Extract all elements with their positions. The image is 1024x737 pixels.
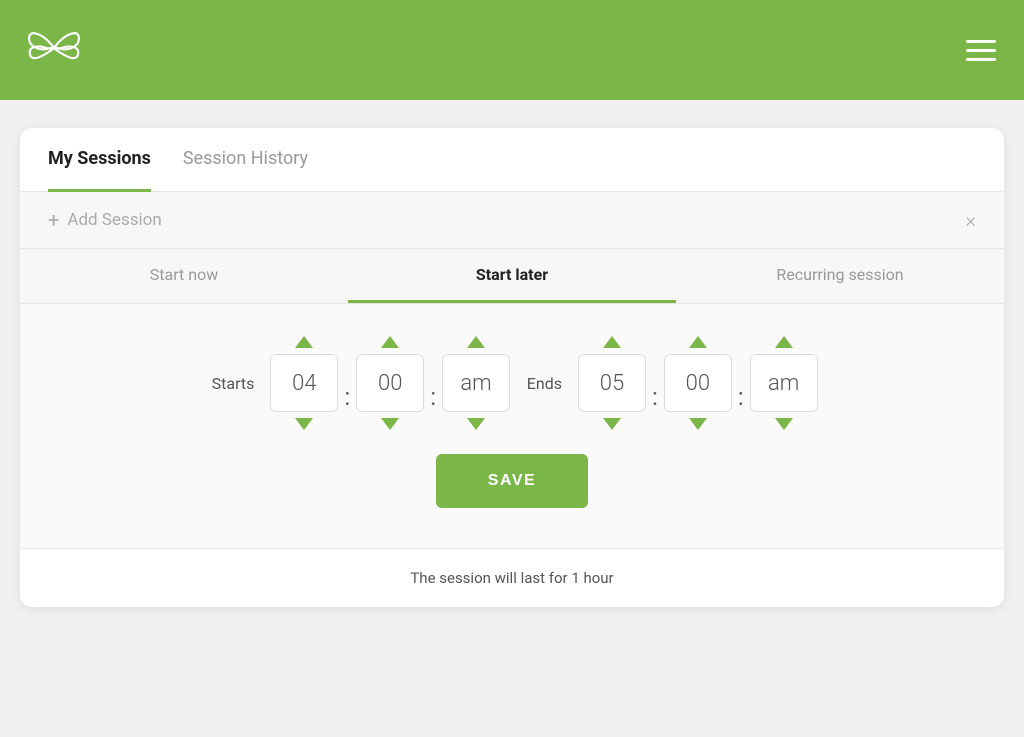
- logo: [28, 26, 80, 74]
- start-hour-up[interactable]: [290, 336, 318, 348]
- end-hour-unit: 05: [578, 336, 646, 430]
- starts-label: Starts: [206, 374, 254, 393]
- start-period-down[interactable]: [462, 418, 490, 430]
- tab-my-sessions[interactable]: My Sessions: [48, 128, 151, 192]
- end-period-up[interactable]: [770, 336, 798, 348]
- end-minute-down[interactable]: [684, 418, 712, 430]
- sub-tab-start-now[interactable]: Start now: [20, 249, 348, 303]
- sub-tabs: Start now Start later Recurring session: [20, 249, 1004, 304]
- session-info: The session will last for 1 hour: [20, 548, 1004, 607]
- end-period-down[interactable]: [770, 418, 798, 430]
- start-period-value[interactable]: am: [442, 354, 510, 412]
- start-hour-down[interactable]: [290, 418, 318, 430]
- start-hour-value[interactable]: 04: [270, 354, 338, 412]
- start-minute-down[interactable]: [376, 418, 404, 430]
- main-tabs: My Sessions Session History: [20, 128, 1004, 192]
- menu-button[interactable]: [966, 40, 996, 61]
- start-colon-2: :: [424, 357, 442, 409]
- end-colon-2: :: [732, 357, 750, 409]
- start-minute-up[interactable]: [376, 336, 404, 348]
- add-session-left: + Add Session: [48, 208, 162, 232]
- save-button[interactable]: SAVE: [436, 454, 588, 508]
- save-section: SAVE: [48, 430, 976, 524]
- sub-tab-start-later[interactable]: Start later: [348, 249, 676, 303]
- add-session-label: Add Session: [67, 210, 161, 230]
- end-hour-down[interactable]: [598, 418, 626, 430]
- plus-icon: +: [48, 208, 59, 232]
- start-period-up[interactable]: [462, 336, 490, 348]
- start-hour-unit: 04: [270, 336, 338, 430]
- add-session-bar: + Add Session ×: [20, 192, 1004, 249]
- app-header: [0, 0, 1024, 100]
- end-minute-value[interactable]: 00: [664, 354, 732, 412]
- end-hour-up[interactable]: [598, 336, 626, 348]
- sessions-card: My Sessions Session History + Add Sessio…: [20, 128, 1004, 607]
- end-minute-up[interactable]: [684, 336, 712, 348]
- close-button[interactable]: ×: [966, 208, 976, 232]
- end-colon-1: :: [646, 357, 664, 409]
- end-period-unit: am: [750, 336, 818, 430]
- start-minute-unit: 00: [356, 336, 424, 430]
- end-period-value[interactable]: am: [750, 354, 818, 412]
- sub-tab-recurring[interactable]: Recurring session: [676, 249, 1004, 303]
- main-content: My Sessions Session History + Add Sessio…: [0, 100, 1024, 635]
- start-period-unit: am: [442, 336, 510, 430]
- start-minute-value[interactable]: 00: [356, 354, 424, 412]
- tab-session-history[interactable]: Session History: [183, 128, 308, 192]
- start-colon-1: :: [338, 357, 356, 409]
- end-minute-unit: 00: [664, 336, 732, 430]
- time-row: Starts 04 : 00 : am: [48, 336, 976, 430]
- time-picker-area: Starts 04 : 00 : am: [20, 304, 1004, 548]
- ends-label: Ends: [526, 374, 562, 393]
- end-hour-value[interactable]: 05: [578, 354, 646, 412]
